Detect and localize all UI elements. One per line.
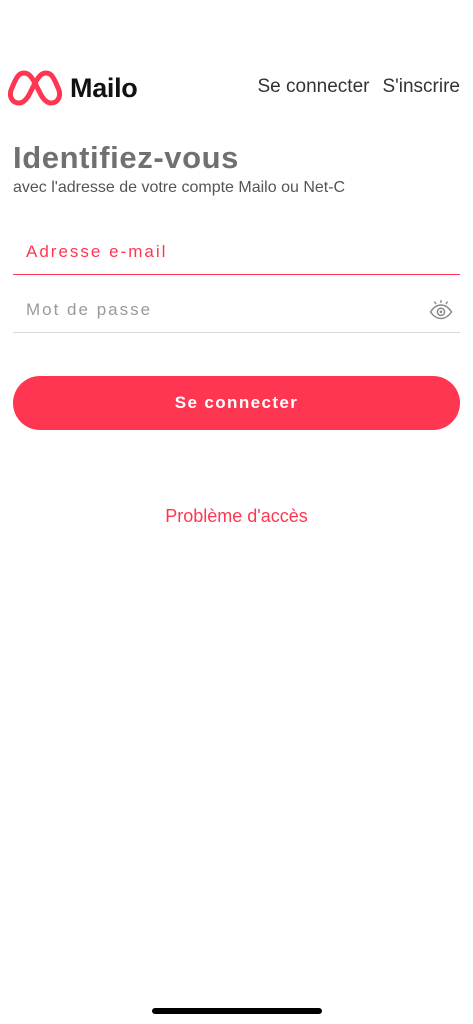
access-problem-link[interactable]: Problème d'accès (0, 506, 473, 527)
password-field-container (13, 288, 460, 333)
password-input[interactable] (13, 288, 460, 332)
home-indicator (152, 1008, 322, 1014)
page-subtitle: avec l'adresse de votre compte Mailo ou … (13, 179, 346, 196)
nav-signup-link[interactable]: S'inscrire (382, 76, 460, 98)
app-header: Mailo Se connecter S'inscrire (0, 62, 473, 114)
email-input[interactable] (13, 230, 460, 274)
nav-login-link[interactable]: Se connecter (258, 76, 370, 98)
page-title: Identifiez-vous (13, 140, 240, 175)
top-nav: Se connecter S'inscrire (258, 76, 461, 98)
brand-name: Mailo (70, 72, 138, 103)
login-button[interactable]: Se connecter (13, 376, 460, 430)
eye-icon[interactable] (429, 299, 453, 321)
brand-logo[interactable]: Mailo (8, 68, 138, 108)
email-field-container (13, 230, 460, 275)
mailo-logo-icon (8, 70, 62, 106)
